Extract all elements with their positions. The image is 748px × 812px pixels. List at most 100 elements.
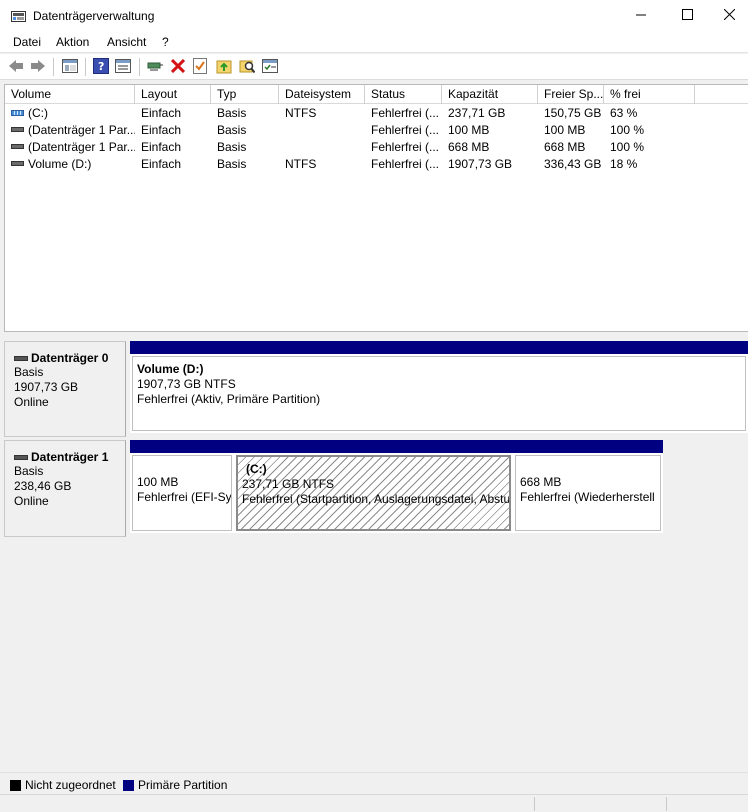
partition-size: 668 MB — [520, 475, 562, 489]
disk-size: 238,46 GB — [14, 479, 72, 493]
cell-freier-speicher: 150,75 GB — [544, 106, 602, 120]
cell-layout: Einfach — [141, 123, 182, 137]
cell-dateisystem: NTFS — [285, 157, 317, 171]
cell-layout: Einfach — [141, 140, 182, 154]
legend: Nicht zugeordnet Primäre Partition — [0, 772, 748, 794]
partition-title: (C:) — [246, 462, 267, 476]
disk-row-0: Datenträger 0 Basis 1907,73 GB Online Vo… — [4, 341, 748, 437]
menu-aktion[interactable]: Aktion — [56, 35, 89, 49]
toolbar-separator — [85, 58, 86, 76]
back-icon — [8, 59, 24, 76]
partition-volume-d[interactable]: Volume (D:) 1907,73 GB NTFS Fehlerfrei (… — [130, 341, 748, 433]
disk-size: 1907,73 GB — [14, 380, 79, 394]
menu-datei[interactable]: Datei — [13, 35, 41, 49]
volume-name: (Datenträger 1 Par... — [28, 123, 135, 137]
help-icon: ? — [93, 57, 109, 77]
partition-status: Fehlerfrei (EFI-Sy — [137, 490, 232, 504]
check-button[interactable] — [190, 57, 210, 77]
disk-info-0[interactable]: Datenträger 0 Basis 1907,73 GB Online — [4, 341, 126, 437]
disk-drive-icon — [14, 454, 28, 460]
maximize-icon — [681, 9, 693, 23]
cell-volume: (Datenträger 1 Par... — [5, 122, 135, 139]
partition-body: Volume (D:) 1907,73 GB NTFS Fehlerfrei (… — [132, 356, 746, 431]
settings-button[interactable] — [260, 57, 280, 77]
properties-button[interactable] — [113, 57, 133, 77]
partition-type-bar — [513, 440, 663, 453]
partition-efi[interactable]: 100 MB Fehlerfrei (EFI-Sy — [130, 440, 234, 533]
partition-status: Fehlerfrei (Wiederherstell — [520, 490, 655, 504]
list-header: Volume Layout Typ Dateisystem Status Kap… — [5, 85, 748, 104]
menu-ansicht[interactable]: Ansicht — [107, 35, 146, 49]
column-header-typ[interactable]: Typ — [211, 85, 279, 104]
import-button[interactable] — [214, 57, 234, 77]
disk-state: Online — [14, 395, 49, 409]
console-tree-button[interactable] — [60, 57, 80, 77]
cell-prozent-frei: 63 % — [610, 106, 638, 120]
close-button[interactable] — [710, 0, 748, 32]
cell-dateisystem: NTFS — [285, 106, 317, 120]
cell-status: Fehlerfrei (... — [371, 106, 440, 120]
partition-body: 668 MB Fehlerfrei (Wiederherstell — [515, 455, 661, 531]
status-separator — [666, 797, 667, 811]
column-header-layout[interactable]: Layout — [135, 85, 211, 104]
volume-list[interactable]: Volume Layout Typ Dateisystem Status Kap… — [4, 84, 748, 332]
cell-typ: Basis — [217, 106, 247, 120]
column-header-freier-speicher[interactable]: Freier Sp... — [538, 85, 604, 104]
forward-icon — [30, 59, 46, 76]
cell-typ: Basis — [217, 157, 247, 171]
cell-dateisystem — [279, 139, 365, 156]
delete-button[interactable] — [168, 57, 188, 77]
partition-size: 100 MB — [137, 475, 179, 489]
menu-help[interactable]: ? — [162, 35, 169, 49]
disk-name: Datenträger 1 — [14, 450, 125, 464]
partition-recovery[interactable]: 668 MB Fehlerfrei (Wiederherstell — [513, 440, 663, 533]
partition-type-bar — [130, 341, 748, 354]
disk-name: Datenträger 0 — [14, 351, 125, 365]
column-header-status[interactable]: Status — [365, 85, 442, 104]
cell-kapazitaet: 668 MB — [448, 140, 490, 154]
forward-button[interactable] — [28, 57, 48, 77]
legend-label: Nicht zugeordnet — [25, 778, 116, 792]
toolbar-separator — [53, 58, 54, 76]
column-header-kapazitaet[interactable]: Kapazität — [442, 85, 538, 104]
legend-label: Primäre Partition — [138, 778, 228, 792]
minimize-button[interactable] — [618, 0, 664, 32]
column-header-prozent-frei[interactable]: % frei — [604, 85, 695, 104]
table-row[interactable]: (Datenträger 1 Par... Einfach Basis Fehl… — [5, 122, 748, 139]
disk-type: Basis — [14, 464, 44, 478]
connect-drive-button[interactable] — [145, 57, 165, 77]
partition-size: 1907,73 GB NTFS — [137, 377, 236, 391]
cell-freier-speicher: 100 MB — [544, 123, 586, 137]
disk-type: Basis — [14, 365, 44, 379]
volume-name: Volume (D:) — [28, 157, 92, 171]
disk-state: Online — [14, 494, 49, 508]
minimize-icon — [636, 9, 646, 23]
import-icon — [216, 58, 232, 77]
column-header-volume[interactable]: Volume — [5, 85, 135, 104]
cell-status: Fehlerfrei (... — [371, 140, 440, 154]
partition-c[interactable]: (C:) 237,71 GB NTFS Fehlerfrei (Startpar… — [234, 440, 513, 533]
toolbar: ? — [0, 54, 748, 80]
disk-graphic-pane: Datenträger 0 Basis 1907,73 GB Online Vo… — [4, 338, 748, 772]
partition-body: 100 MB Fehlerfrei (EFI-Sy — [132, 455, 232, 531]
help-button[interactable]: ? — [91, 57, 111, 77]
delete-icon — [170, 58, 186, 76]
search-button[interactable] — [237, 57, 257, 77]
maximize-button[interactable] — [664, 0, 710, 32]
volume-icon — [11, 161, 24, 167]
window-title: Datenträgerverwaltung — [33, 9, 155, 23]
search-icon — [239, 58, 256, 77]
cell-kapazitaet: 100 MB — [448, 123, 490, 137]
cell-freier-speicher: 336,43 GB — [544, 157, 602, 171]
table-row[interactable]: (Datenträger 1 Par... Einfach Basis Fehl… — [5, 139, 748, 156]
svg-text:?: ? — [98, 60, 104, 73]
column-header-dateisystem[interactable]: Dateisystem — [279, 85, 365, 104]
partition-type-bar — [130, 440, 234, 453]
table-row[interactable]: Volume (D:) Einfach Basis NTFS Fehlerfre… — [5, 156, 748, 173]
disk-name-text: Datenträger 1 — [31, 450, 109, 464]
volume-icon — [11, 127, 24, 133]
disk-info-1[interactable]: Datenträger 1 Basis 238,46 GB Online — [4, 440, 126, 537]
back-button[interactable] — [6, 57, 26, 77]
table-row[interactable]: (C:) Einfach Basis NTFS Fehlerfrei (... … — [5, 105, 748, 122]
partition-body: (C:) 237,71 GB NTFS Fehlerfrei (Startpar… — [236, 455, 511, 531]
